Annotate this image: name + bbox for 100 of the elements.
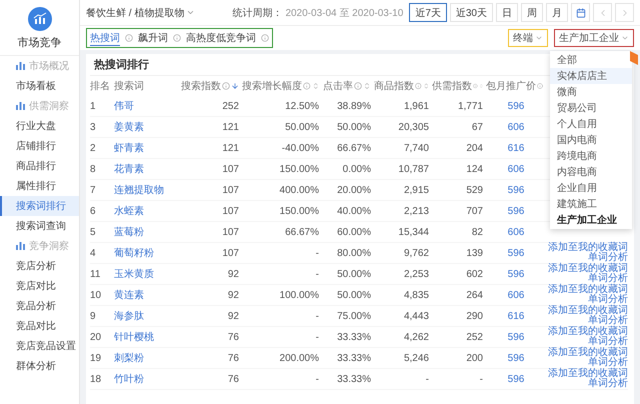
keyword-link[interactable]: 海参肽 — [114, 309, 144, 323]
add-favorite-link[interactable]: 添加至我的收藏词 — [548, 327, 628, 337]
caret-icon — [186, 8, 196, 17]
tab[interactable]: 高热度低竞争词 — [186, 30, 256, 46]
analysis-link[interactable]: 单词分析 — [588, 274, 628, 284]
table-cell: 76 — [228, 352, 239, 364]
nav-item[interactable]: 竞品对比 — [0, 316, 79, 336]
range-button[interactable]: 日 — [496, 3, 518, 22]
table-cell: 2,253 — [404, 268, 429, 280]
analysis-link[interactable]: 单词分析 — [588, 253, 628, 263]
nav-item[interactable]: 搜索词排行 — [0, 196, 79, 216]
nav-item[interactable]: 店铺排行 — [0, 136, 79, 156]
caret-icon — [621, 34, 629, 42]
keyword-link[interactable]: 伟哥 — [114, 99, 134, 113]
analysis-link[interactable]: 单词分析 — [588, 379, 628, 389]
next-button[interactable] — [615, 3, 634, 22]
keyword-link[interactable]: 水蛭素 — [114, 204, 144, 218]
range-button[interactable]: 近7天 — [409, 3, 447, 22]
add-favorite-link[interactable]: 添加至我的收藏词 — [548, 285, 628, 295]
filter-dropdown[interactable]: 生产加工企业 — [554, 29, 634, 47]
dropdown-option[interactable]: 建筑施工 — [550, 196, 632, 212]
dropdown-option[interactable]: 生产加工企业 — [550, 212, 632, 228]
dropdown-option[interactable]: 全部 — [550, 52, 632, 68]
table-cell: - — [480, 374, 483, 384]
add-favorite-link[interactable]: 添加至我的收藏词 — [548, 264, 628, 274]
calendar-button[interactable] — [571, 3, 590, 22]
nav-item[interactable]: 竞品分析 — [0, 296, 79, 316]
tab[interactable]: 热搜词 — [90, 30, 120, 46]
keyword-link[interactable]: 竹叶粉 — [114, 372, 144, 386]
dropdown-option[interactable]: 实体店店主 — [550, 68, 632, 84]
dropdown-option[interactable]: 贸易公司 — [550, 100, 632, 116]
tab[interactable]: 飙升词 — [138, 30, 168, 46]
sort-icon[interactable] — [312, 82, 319, 90]
sort-icon[interactable] — [363, 82, 371, 90]
nav-item[interactable]: 行业大盘 — [0, 116, 79, 136]
dropdown-option[interactable]: 企业自用 — [550, 180, 632, 196]
nav-item[interactable]: 竞店竞品设置 — [0, 336, 79, 356]
sort-icon[interactable] — [422, 82, 429, 90]
keyword-link[interactable]: 针叶樱桃 — [114, 330, 154, 344]
analysis-link[interactable]: 单词分析 — [588, 337, 628, 347]
nav-item[interactable]: 市场看板 — [0, 76, 79, 96]
table-cell: 20,305 — [398, 122, 429, 132]
keyword-link[interactable]: 蓝莓粉 — [114, 225, 144, 239]
nav-item[interactable]: 属性排行 — [0, 176, 79, 196]
analysis-link[interactable]: 单词分析 — [588, 358, 628, 368]
price-link[interactable]: 616 — [508, 310, 524, 322]
nav-item[interactable]: 搜索词查询 — [0, 216, 79, 236]
table-cell: 33.33% — [337, 332, 371, 342]
filter-dropdown[interactable]: 终端 — [508, 29, 548, 47]
price-link[interactable]: 616 — [508, 142, 524, 154]
price-link[interactable]: 596 — [508, 248, 524, 258]
table-cell: 4,443 — [404, 310, 429, 322]
dropdown-option[interactable]: 个人自用 — [550, 116, 632, 132]
keyword-link[interactable]: 花青素 — [114, 162, 144, 176]
price-link[interactable]: 596 — [508, 268, 524, 280]
analysis-link[interactable]: 单词分析 — [588, 295, 628, 305]
nav-item[interactable]: 商品排行 — [0, 156, 79, 176]
dropdown-option[interactable]: 微商 — [550, 84, 632, 100]
add-favorite-link[interactable]: 添加至我的收藏词 — [548, 306, 628, 316]
category-selector[interactable]: 餐饮生鲜 / 植物提取物 — [86, 6, 196, 20]
keyword-link[interactable]: 姜黄素 — [114, 120, 144, 134]
dropdown-option[interactable]: 国内电商 — [550, 132, 632, 148]
keyword-link[interactable]: 玉米黄质 — [114, 267, 154, 281]
table-cell: 107 — [222, 248, 239, 258]
nav-item[interactable]: 竞店对比 — [0, 276, 79, 296]
nav-item[interactable]: 竞店分析 — [0, 256, 79, 276]
table-cell: 66.67% — [337, 142, 371, 154]
table-cell: 82 — [472, 226, 483, 238]
table-cell: - — [316, 332, 319, 342]
price-link[interactable]: 606 — [508, 226, 524, 238]
sort-down-icon[interactable] — [231, 82, 239, 90]
range-button[interactable]: 月 — [546, 3, 568, 22]
dropdown-option[interactable]: 内容电商 — [550, 164, 632, 180]
price-link[interactable]: 606 — [508, 290, 524, 300]
price-link[interactable]: 596 — [508, 184, 524, 196]
table-cell: 18 — [90, 374, 102, 384]
add-favorite-link[interactable]: 添加至我的收藏词 — [548, 348, 628, 358]
analysis-link[interactable]: 单词分析 — [588, 316, 628, 326]
info-icon — [173, 34, 181, 42]
price-link[interactable]: 596 — [508, 374, 524, 384]
price-link[interactable]: 606 — [508, 164, 524, 174]
table-cell: 19 — [90, 352, 102, 364]
range-button[interactable]: 周 — [521, 3, 543, 22]
price-link[interactable]: 596 — [508, 332, 524, 342]
table-cell: 204 — [466, 142, 483, 154]
add-favorite-link[interactable]: 添加至我的收藏词 — [548, 243, 628, 253]
price-link[interactable]: 596 — [508, 206, 524, 216]
keyword-link[interactable]: 黄连素 — [114, 288, 144, 302]
nav-item[interactable]: 群体分析 — [0, 356, 79, 376]
keyword-link[interactable]: 连翘提取物 — [114, 183, 164, 197]
price-link[interactable]: 606 — [508, 122, 524, 132]
price-link[interactable]: 596 — [508, 100, 524, 112]
add-favorite-link[interactable]: 添加至我的收藏词 — [548, 369, 628, 379]
dropdown-option[interactable]: 跨境电商 — [550, 148, 632, 164]
range-button[interactable]: 近30天 — [450, 3, 493, 22]
keyword-link[interactable]: 虾青素 — [114, 141, 144, 155]
table-cell: 200.00% — [280, 352, 319, 364]
price-link[interactable]: 596 — [508, 352, 524, 364]
keyword-link[interactable]: 葡萄籽粉 — [114, 246, 154, 260]
keyword-link[interactable]: 刺梨粉 — [114, 351, 144, 365]
